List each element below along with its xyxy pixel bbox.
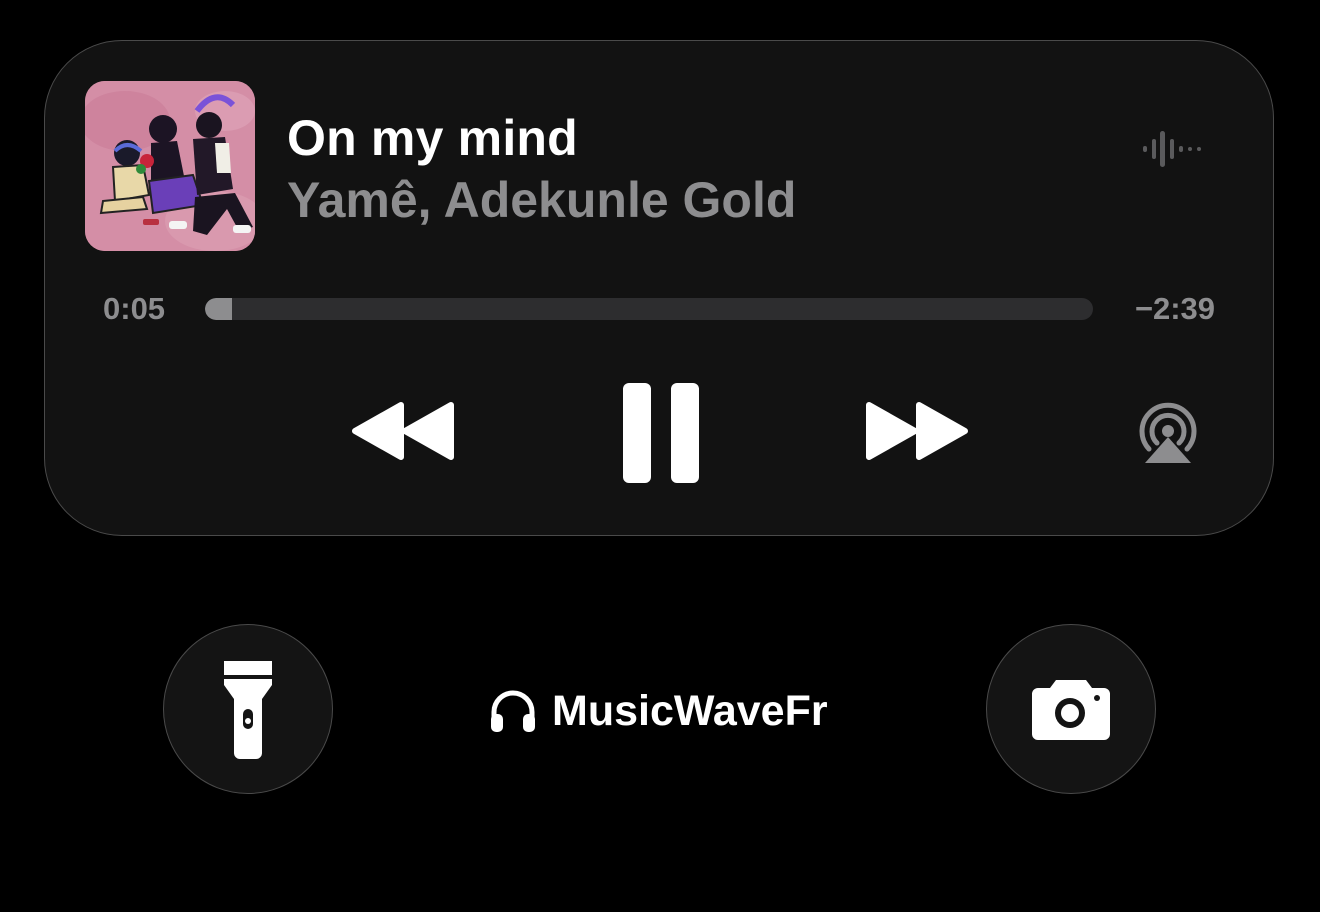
headphones-icon [491, 690, 535, 732]
remaining-time: −2:39 [1134, 291, 1215, 326]
audio-waveform-icon [1143, 131, 1201, 167]
flashlight-icon [224, 661, 272, 759]
airplay-button[interactable] [1133, 397, 1203, 467]
backward-icon [352, 402, 454, 460]
airplay-audio-icon [1139, 402, 1197, 463]
forward-icon [866, 402, 968, 460]
playback-progress-fill [205, 298, 232, 320]
now-playing-widget: On my mind Yamê, Adekunle Gold 0:05 −2:3… [44, 40, 1274, 536]
audio-route: MusicWaveFr [488, 684, 828, 738]
device-name: MusicWaveFr [552, 686, 828, 735]
elapsed-time: 0:05 [103, 291, 166, 326]
flashlight-button[interactable] [163, 624, 333, 794]
forward-button[interactable] [863, 399, 971, 463]
track-artist: Yamê, Adekunle Gold [287, 172, 797, 228]
pause-icon [623, 383, 699, 483]
camera-button[interactable] [986, 624, 1156, 794]
camera-icon [1032, 680, 1110, 740]
pause-button[interactable] [621, 381, 701, 485]
playback-scrubber[interactable] [205, 298, 1093, 320]
track-title: On my mind [287, 110, 578, 166]
rewind-button[interactable] [349, 399, 457, 463]
album-artwork[interactable] [85, 81, 255, 251]
album-artwork-image [85, 81, 255, 251]
